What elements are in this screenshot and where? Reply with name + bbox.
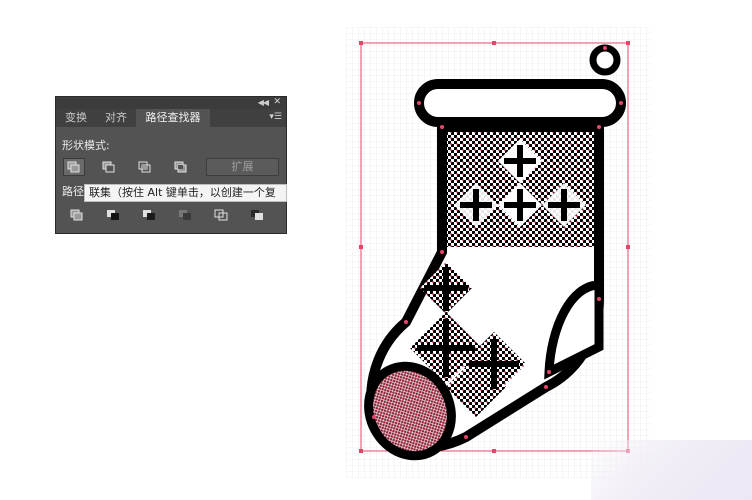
minus-front-icon — [102, 161, 115, 173]
minus-back-button[interactable] — [246, 207, 268, 223]
pathfinder-panel: ◀◀ ✕ 变换 对齐 路径查找器 ▾☰ 形状模式: 扩展 路径 — [55, 96, 287, 234]
crop-button[interactable] — [174, 207, 196, 223]
outline-button[interactable] — [210, 207, 232, 223]
trim-button[interactable] — [102, 207, 124, 223]
tab-transform[interactable]: 变换 — [56, 109, 96, 127]
unite-icon — [67, 161, 80, 173]
crop-icon — [179, 210, 191, 220]
merge-icon — [143, 210, 155, 220]
unite-button[interactable] — [63, 158, 85, 176]
trim-icon — [107, 210, 119, 220]
divide-button[interactable] — [66, 207, 88, 223]
shape-modes-label: 形状模式: — [62, 139, 110, 152]
panel-menu-icon[interactable]: ▾☰ — [269, 112, 282, 122]
panel-titlebar[interactable]: ◀◀ ✕ — [56, 97, 286, 109]
corner-overlay — [591, 440, 752, 500]
outline-icon — [214, 209, 228, 221]
collapse-icon[interactable]: ◀◀ — [258, 98, 269, 107]
tooltip: 联集（按住 Alt 键单击，以创建一个复 — [84, 184, 287, 202]
exclude-icon — [174, 161, 187, 173]
intersect-button[interactable] — [134, 158, 156, 176]
close-icon[interactable]: ✕ — [273, 97, 281, 107]
exclude-button[interactable] — [170, 158, 192, 176]
divide-icon — [70, 209, 83, 221]
intersect-icon — [138, 161, 151, 173]
expand-button[interactable]: 扩展 — [206, 158, 279, 176]
pathfinders-label: 路径 — [62, 185, 84, 198]
panel-tabs: 变换 对齐 路径查找器 ▾☰ — [56, 109, 286, 127]
hanging-loop — [589, 44, 621, 76]
minus-back-icon — [251, 210, 263, 220]
tab-align[interactable]: 对齐 — [96, 109, 136, 127]
tab-pathfinder[interactable]: 路径查找器 — [136, 109, 210, 127]
minus-front-button[interactable] — [98, 158, 120, 176]
merge-button[interactable] — [138, 207, 160, 223]
artboard[interactable] — [346, 27, 651, 478]
